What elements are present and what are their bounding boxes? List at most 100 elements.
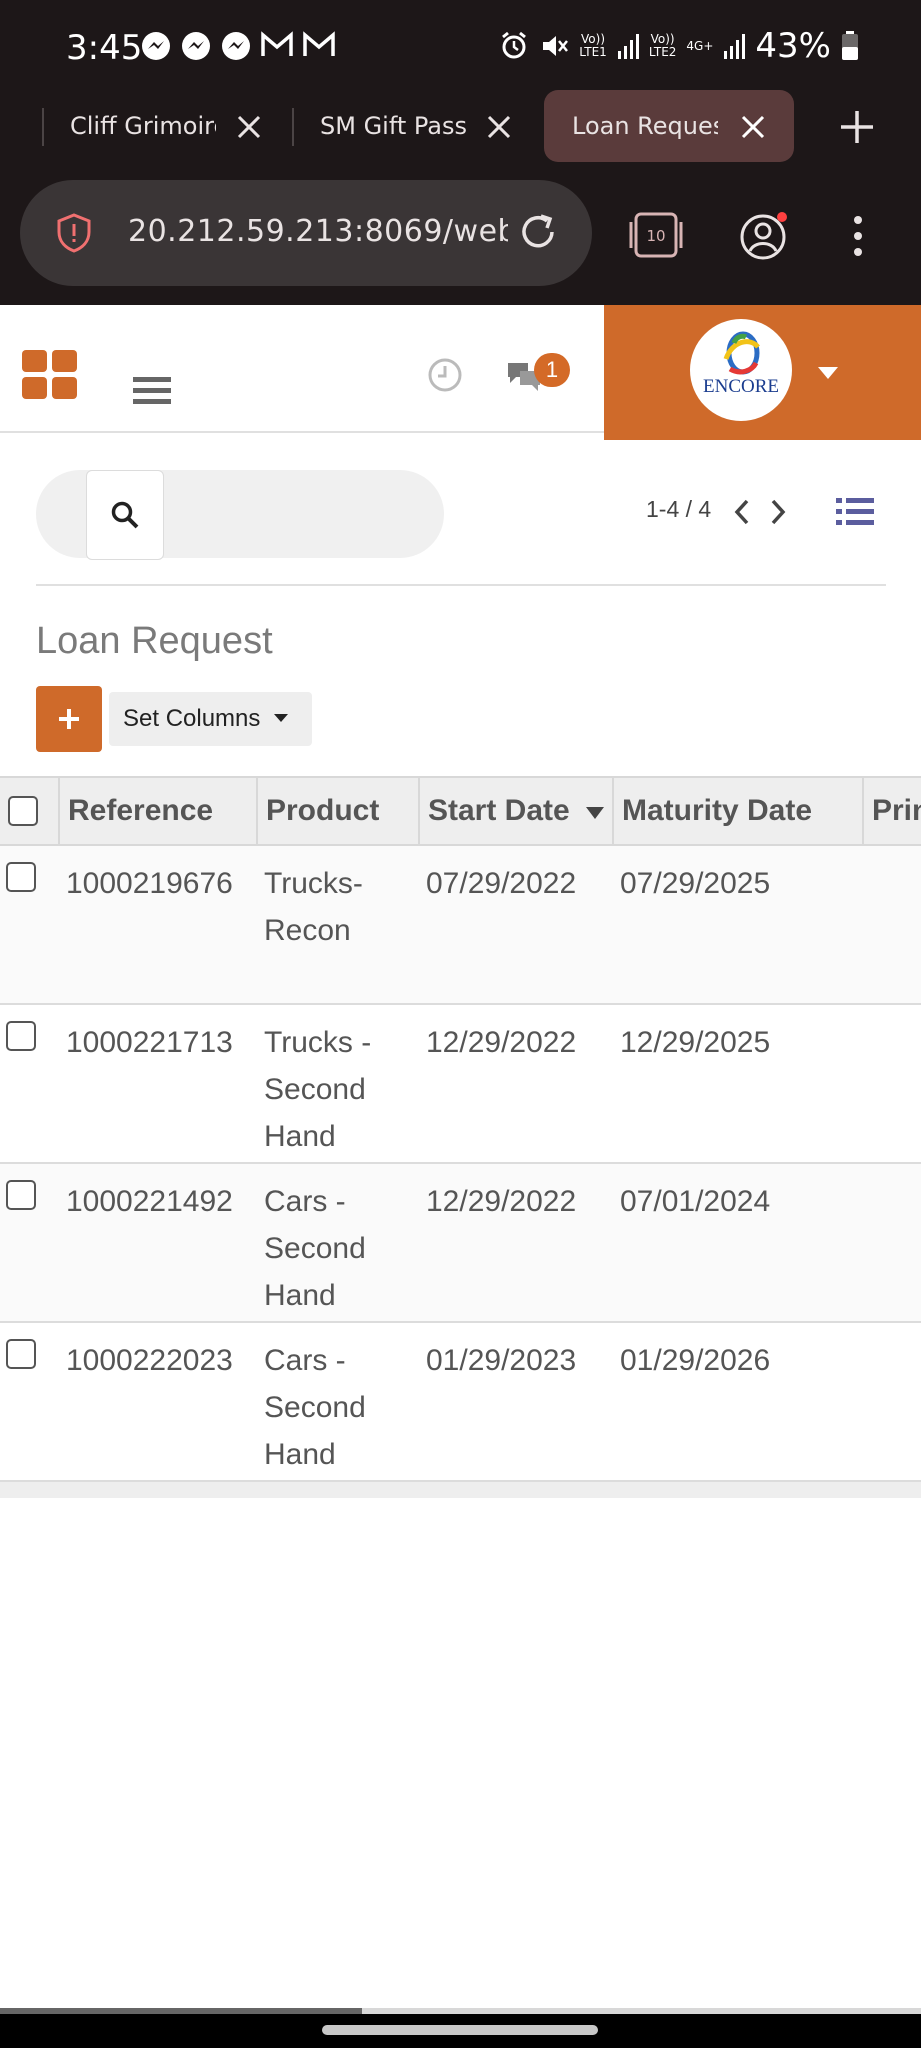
messenger-icon bbox=[142, 32, 170, 60]
mute-icon bbox=[543, 36, 569, 56]
logo-text: ENCORE bbox=[703, 376, 779, 397]
activity-clock-icon[interactable] bbox=[427, 357, 463, 393]
cell-product: Cars - Second Hand bbox=[264, 1185, 366, 1312]
company-logo[interactable]: ENCORE bbox=[690, 319, 792, 421]
close-icon[interactable] bbox=[738, 112, 768, 142]
browser-tab-active[interactable]: Loan Request bbox=[544, 90, 794, 162]
set-columns-label: Set Columns bbox=[123, 705, 261, 732]
search-bar[interactable] bbox=[36, 470, 444, 560]
signal-2-label: Vo)) LTE2 bbox=[648, 32, 677, 59]
table-row[interactable]: 1000221492 Cars - Second Hand 12/29/2022 0… bbox=[0, 1164, 921, 1323]
cell-reference: 1000221713 bbox=[66, 1026, 233, 1059]
plus-icon bbox=[59, 709, 79, 729]
apps-grid-icon[interactable] bbox=[22, 350, 78, 400]
close-icon[interactable] bbox=[484, 112, 514, 142]
cell-reference: 1000221492 bbox=[66, 1185, 233, 1218]
horizontal-scroll-track[interactable] bbox=[362, 2008, 921, 2014]
encore-logo-icon: ENCORE bbox=[703, 331, 779, 397]
close-icon[interactable] bbox=[234, 112, 264, 142]
loan-request-table: Reference Product Start Date Maturity Da… bbox=[0, 776, 921, 1498]
cell-start-date: 07/29/2022 bbox=[426, 867, 577, 900]
home-gesture-handle[interactable] bbox=[322, 2025, 598, 2035]
user-menu[interactable]: ENCORE bbox=[604, 305, 921, 440]
signal-icon bbox=[617, 34, 639, 59]
caret-down-icon[interactable] bbox=[818, 367, 838, 379]
set-columns-button[interactable]: Set Columns bbox=[109, 692, 312, 746]
shield-icon[interactable] bbox=[56, 213, 92, 253]
select-all-checkbox[interactable] bbox=[8, 796, 38, 826]
cell-product: Trucks- Recon bbox=[264, 867, 363, 947]
row-checkbox[interactable] bbox=[6, 1339, 36, 1369]
table-footer bbox=[0, 1482, 921, 1498]
signal-icon bbox=[724, 34, 746, 59]
cell-product: Trucks - Second Hand bbox=[264, 1026, 372, 1153]
row-checkbox[interactable] bbox=[6, 862, 36, 892]
cell-maturity-date: 07/01/2024 bbox=[620, 1185, 771, 1218]
new-tab-icon[interactable] bbox=[838, 108, 876, 146]
select-all-cell bbox=[0, 778, 58, 844]
chevron-right-icon[interactable] bbox=[768, 498, 788, 526]
signal-1-label: Vo)) LTE1 bbox=[579, 32, 607, 59]
browser-toolbar: 20.212.59.213:8069/web# 10 bbox=[0, 170, 921, 305]
messenger-icon bbox=[182, 32, 210, 60]
battery-icon bbox=[842, 31, 858, 60]
divider bbox=[36, 584, 886, 586]
cell-maturity-date: 07/29/2025 bbox=[620, 867, 771, 900]
status-bar: 3:45 Vo)) LTE1 Vo)) LTE2 4G+ 43% bbox=[0, 0, 921, 90]
system-icons: Vo)) LTE1 Vo)) LTE2 4G+ 43% bbox=[499, 26, 859, 66]
table-row[interactable]: 1000219676 Trucks- Recon 07/29/2022 07/29… bbox=[0, 846, 921, 1005]
url-text[interactable]: 20.212.59.213:8069/web# bbox=[128, 214, 508, 249]
table-row[interactable]: 1000221713 Trucks - Second Hand 12/29/2022… bbox=[0, 1005, 921, 1164]
column-header-maturity-date[interactable]: Maturity Date bbox=[612, 778, 862, 844]
column-header-principal[interactable]: Prin bbox=[862, 778, 921, 844]
tab-title: SM Gift Pass bbox=[320, 112, 466, 140]
search-button[interactable] bbox=[86, 470, 164, 560]
search-icon bbox=[111, 501, 139, 529]
table-header: Reference Product Start Date Maturity Da… bbox=[0, 776, 921, 846]
tab-title: Loan Request bbox=[572, 112, 718, 140]
column-header-reference[interactable]: Reference bbox=[58, 778, 256, 844]
row-checkbox[interactable] bbox=[6, 1021, 36, 1051]
gmail-icon bbox=[303, 31, 335, 56]
cell-reference: 1000219676 bbox=[66, 867, 233, 900]
app-navbar: 1 ENCORE bbox=[0, 305, 921, 440]
cell-reference: 1000222023 bbox=[66, 1344, 233, 1377]
chevron-left-icon[interactable] bbox=[732, 498, 752, 526]
browser-tab-strip: Cliff Grimoire SM Gift Pass Loan Request bbox=[0, 90, 921, 170]
column-header-label: Start Date bbox=[428, 794, 570, 827]
list-view-icon[interactable] bbox=[836, 496, 874, 528]
address-bar[interactable]: 20.212.59.213:8069/web# bbox=[20, 180, 592, 286]
system-navigation-bar bbox=[0, 2008, 921, 2048]
tab-title: Cliff Grimoire bbox=[70, 112, 216, 140]
tab-count: 10 bbox=[646, 227, 665, 245]
tab-switcher-icon[interactable]: 10 bbox=[628, 210, 684, 260]
row-checkbox[interactable] bbox=[6, 1180, 36, 1210]
browser-tab-2[interactable]: SM Gift Pass bbox=[294, 90, 534, 162]
gmail-icon bbox=[261, 31, 293, 56]
sort-descending-icon bbox=[586, 807, 604, 819]
cell-start-date: 12/29/2022 bbox=[426, 1185, 577, 1218]
horizontal-scroll-thumb[interactable] bbox=[0, 2008, 362, 2014]
cell-start-date: 12/29/2022 bbox=[426, 1026, 577, 1059]
alarm-icon bbox=[502, 31, 527, 59]
more-options-icon[interactable] bbox=[846, 212, 870, 260]
hamburger-menu-icon[interactable] bbox=[133, 375, 171, 407]
profile-icon[interactable] bbox=[738, 210, 790, 262]
cell-product: Cars - Second Hand bbox=[264, 1344, 366, 1471]
cell-maturity-date: 12/29/2025 bbox=[620, 1026, 771, 1059]
cell-maturity-date: 01/29/2026 bbox=[620, 1344, 771, 1377]
browser-tab-1[interactable]: Cliff Grimoire bbox=[44, 90, 284, 162]
cell-start-date: 01/29/2023 bbox=[426, 1344, 577, 1377]
create-button[interactable] bbox=[36, 686, 102, 752]
column-header-product[interactable]: Product bbox=[256, 778, 418, 844]
battery-percent: 43% bbox=[755, 26, 831, 66]
page-title: Loan Request bbox=[36, 620, 273, 662]
column-header-start-date[interactable]: Start Date bbox=[418, 778, 612, 844]
pager-value[interactable]: 1-4 / 4 bbox=[646, 496, 711, 523]
status-time: 3:45 bbox=[66, 28, 143, 68]
messages-badge: 1 bbox=[534, 353, 570, 387]
notification-icons bbox=[140, 30, 336, 62]
network-type: 4G+ bbox=[686, 38, 714, 53]
reload-icon[interactable] bbox=[516, 210, 560, 254]
table-row[interactable]: 1000222023 Cars - Second Hand 01/29/2023 0… bbox=[0, 1323, 921, 1482]
